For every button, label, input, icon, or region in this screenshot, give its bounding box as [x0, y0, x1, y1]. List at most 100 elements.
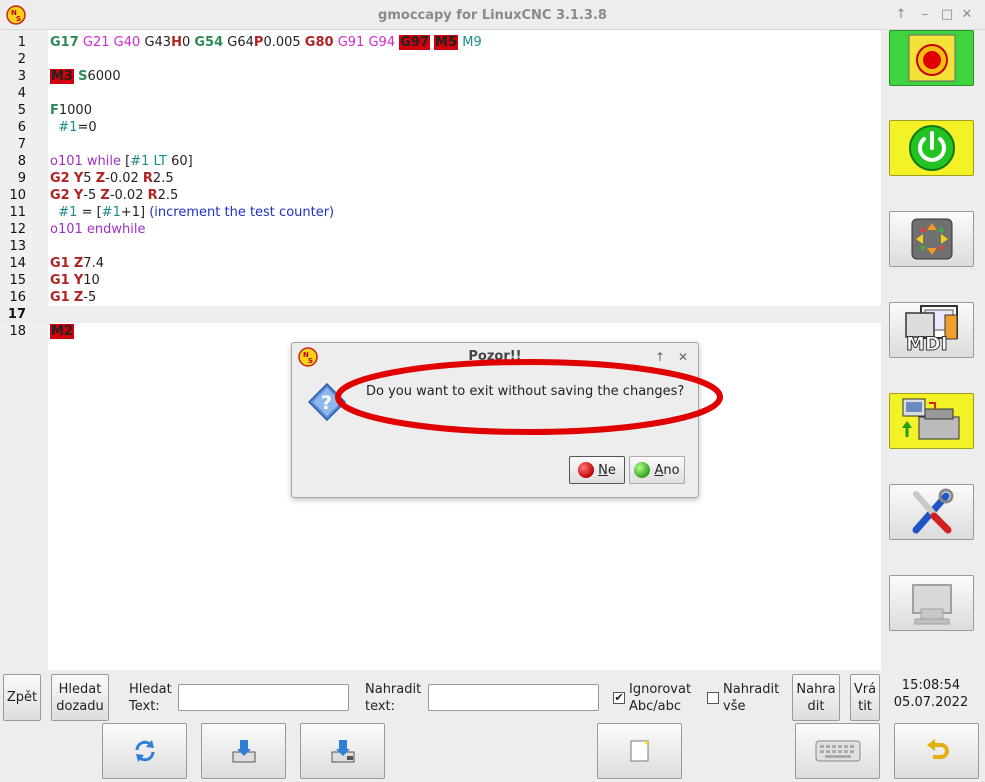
line-number: 10: [9, 188, 26, 203]
mdi-button[interactable]: MDI: [889, 302, 974, 358]
line-number: 14: [9, 256, 26, 271]
code-token: F: [50, 103, 59, 118]
code-token: 0: [181, 35, 191, 50]
save-button[interactable]: [201, 723, 286, 779]
return-button[interactable]: [894, 723, 979, 779]
code-line[interactable]: 11 #1 = [#1+1] (increment the test count…: [0, 204, 881, 221]
replace-input[interactable]: [428, 684, 599, 711]
line-number: 8: [17, 154, 26, 169]
search-text-label: Hledat Text:: [129, 682, 172, 714]
line-number: 3: [17, 69, 26, 84]
emergency-stop-button[interactable]: [889, 30, 974, 86]
code-token: S: [78, 69, 88, 84]
code-line[interactable]: 14 G1 Z7.4: [0, 255, 881, 272]
code-token: R: [147, 188, 158, 203]
line-number: 16: [9, 290, 26, 305]
ignore-case-checkbox[interactable]: ✔: [613, 692, 625, 704]
dialog-close-button[interactable]: ✕: [675, 349, 691, 365]
code-token: LT: [153, 154, 167, 169]
replace-all-checkbox[interactable]: [707, 692, 719, 704]
search-backward-button[interactable]: Hledat dozadu: [51, 674, 109, 721]
code-token: M2: [50, 324, 74, 339]
line-code: M2: [50, 323, 74, 340]
code-line[interactable]: 10 G2 Y-5 Z-0.02 R2.5: [0, 187, 881, 204]
code-line[interactable]: 18 M2: [0, 323, 881, 340]
code-token: (increment the test counter): [149, 205, 335, 220]
manual-mode-button[interactable]: [889, 211, 974, 267]
line-code: G17 G21 G40 G43H0 G54 G64P0.005 G80 G91 …: [50, 34, 482, 51]
code-line[interactable]: 2: [0, 51, 881, 68]
code-line[interactable]: 17: [0, 306, 881, 323]
window-close-button[interactable]: ✕: [958, 6, 976, 24]
search-backward-label-line1: Hledat: [58, 681, 102, 697]
code-token: G97: [399, 35, 430, 50]
code-token: P: [253, 35, 264, 50]
ignore-case-label: Ignorovat Abc/abc: [629, 682, 692, 714]
new-file-button[interactable]: [597, 723, 682, 779]
code-token: +1]: [120, 205, 150, 220]
line-code: #1=0: [50, 119, 96, 136]
code-token: -0.02: [105, 171, 143, 186]
code-line[interactable]: 7: [0, 136, 881, 153]
code-line[interactable]: 12 o101 endwhile: [0, 221, 881, 238]
code-token: G1: [50, 290, 70, 305]
line-number: 5: [17, 103, 26, 118]
line-number: 11: [9, 205, 26, 220]
emergency-stop-icon: [908, 34, 955, 82]
new-document-icon: [630, 740, 648, 762]
code-token: G2: [50, 188, 70, 203]
code-token: -0.02: [109, 188, 148, 203]
replace-button-label-line1: Nahra: [796, 681, 836, 697]
line-number: 18: [9, 324, 26, 339]
code-token: 10: [83, 273, 100, 288]
code-token: Y: [73, 171, 84, 186]
clock-date: 05.07.2022: [893, 695, 969, 710]
machine-power-button[interactable]: [889, 120, 974, 176]
keyboard-button[interactable]: [795, 723, 880, 779]
dialog-up-button[interactable]: ↑: [652, 349, 668, 365]
window-titlebar[interactable]: N S gmoccapy for LinuxCNC 3.1.3.8 ↑ – □ …: [0, 0, 985, 30]
confirm-exit-dialog[interactable]: N S Pozor!! ↑ ✕ ? Do you want to exit wi…: [291, 342, 699, 498]
line-number: 4: [17, 86, 26, 101]
code-line[interactable]: 1 G17 G21 G40 G43H0 G54 G64P0.005 G80 G91…: [0, 34, 881, 51]
back-label-button[interactable]: Zpět: [3, 674, 41, 721]
code-line[interactable]: 13: [0, 238, 881, 255]
code-token: 60]: [166, 154, 193, 169]
code-token: M3: [50, 69, 74, 84]
window-maximize-button[interactable]: □: [938, 6, 956, 24]
undo-button[interactable]: Vrá tit: [850, 674, 880, 721]
auto-mode-button[interactable]: [889, 393, 974, 449]
user-tabs-button[interactable]: [889, 575, 974, 631]
no-button[interactable]: Ne: [569, 456, 625, 484]
replace-button[interactable]: Nahra dit: [792, 674, 840, 721]
code-token: 2.5: [157, 188, 179, 203]
line-number: 2: [17, 52, 26, 67]
reload-button[interactable]: [102, 723, 187, 779]
clock-time: 15:08:54: [901, 678, 961, 693]
no-icon: [578, 462, 595, 478]
search-input[interactable]: [178, 684, 349, 711]
power-icon: [908, 125, 955, 171]
user-tabs-icon: [911, 584, 952, 625]
yes-button[interactable]: Ano: [629, 456, 685, 484]
line-code: G2 Y-5 Z-0.02 R2.5: [50, 187, 178, 204]
code-line[interactable]: 15 G1 Y10: [0, 272, 881, 289]
code-line[interactable]: 6 #1=0: [0, 119, 881, 136]
code-line[interactable]: 3 M3 S6000: [0, 68, 881, 85]
code-line[interactable]: 8 o101 while [#1 LT 60]: [0, 153, 881, 170]
settings-button[interactable]: [889, 484, 974, 540]
code-line[interactable]: 16 G1 Z-5: [0, 289, 881, 306]
code-token: Z: [95, 171, 106, 186]
tools-icon: [912, 488, 953, 534]
code-line[interactable]: 5 F1000: [0, 102, 881, 119]
code-line[interactable]: 4: [0, 85, 881, 102]
code-line[interactable]: 9 G2 Y5 Z-0.02 R2.5: [0, 170, 881, 187]
save-as-button[interactable]: [300, 723, 385, 779]
window-up-button[interactable]: ↑: [892, 6, 910, 24]
code-token: [: [121, 154, 131, 169]
code-token: G17: [50, 35, 79, 50]
window-minimize-button[interactable]: –: [916, 6, 934, 24]
line-code: o101 while [#1 LT 60]: [50, 153, 193, 170]
line-number: 17: [7, 307, 26, 322]
code-token: 5: [83, 171, 96, 186]
